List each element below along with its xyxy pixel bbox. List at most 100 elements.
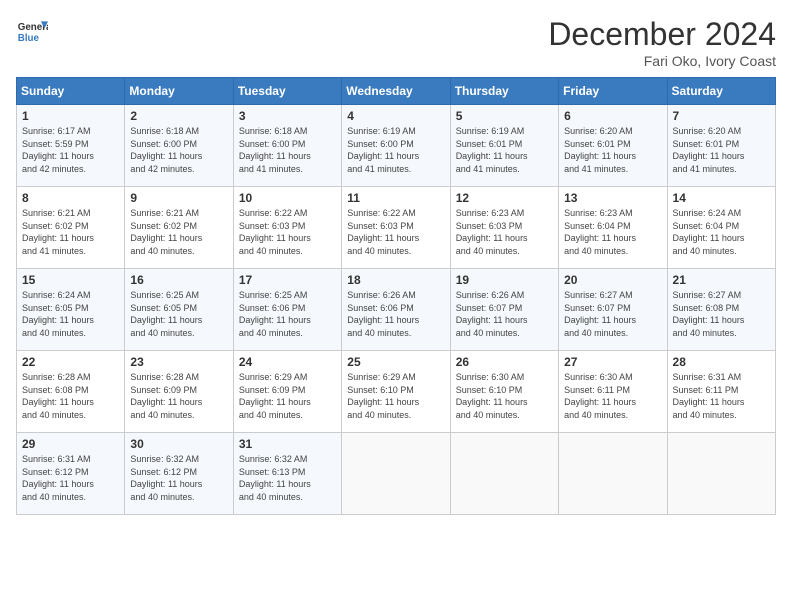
calendar-cell: 20 Sunrise: 6:27 AM Sunset: 6:07 PM Dayli… [559, 269, 667, 351]
day-number: 30 [130, 437, 227, 451]
logo: General Blue [16, 16, 48, 48]
day-info: Sunrise: 6:31 AM Sunset: 6:11 PM Dayligh… [673, 371, 770, 421]
day-number: 4 [347, 109, 444, 123]
day-number: 11 [347, 191, 444, 205]
day-number: 16 [130, 273, 227, 287]
day-number: 27 [564, 355, 661, 369]
calendar-table: SundayMondayTuesdayWednesdayThursdayFrid… [16, 77, 776, 515]
calendar-cell: 24Sunrise: 6:29 AM Sunset: 6:09 PM Dayli… [233, 351, 341, 433]
day-number: 19 [456, 273, 553, 287]
calendar-week-row: 8 Sunrise: 6:21 AM Sunset: 6:02 PM Daylig… [17, 187, 776, 269]
day-number: 8 [22, 191, 119, 205]
day-info: Sunrise: 6:17 AM Sunset: 5:59 PM Dayligh… [22, 125, 119, 175]
calendar-cell: 3 Sunrise: 6:18 AM Sunset: 6:00 PM Daylig… [233, 105, 341, 187]
day-info: Sunrise: 6:28 AM Sunset: 6:09 PM Dayligh… [130, 371, 227, 421]
calendar-cell [450, 433, 558, 515]
day-number: 9 [130, 191, 227, 205]
month-title: December 2024 [548, 16, 776, 53]
day-number: 13 [564, 191, 661, 205]
col-header-wednesday: Wednesday [342, 78, 450, 105]
day-info: Sunrise: 6:20 AM Sunset: 6:01 PM Dayligh… [673, 125, 770, 175]
day-info: Sunrise: 6:21 AM Sunset: 6:02 PM Dayligh… [130, 207, 227, 257]
day-number: 31 [239, 437, 336, 451]
day-info: Sunrise: 6:21 AM Sunset: 6:02 PM Dayligh… [22, 207, 119, 257]
calendar-cell: 13 Sunrise: 6:23 AM Sunset: 6:04 PM Dayli… [559, 187, 667, 269]
calendar-cell: 22 Sunrise: 6:28 AM Sunset: 6:08 PM Dayli… [17, 351, 125, 433]
day-number: 25 [347, 355, 444, 369]
day-number: 5 [456, 109, 553, 123]
day-info: Sunrise: 6:25 AM Sunset: 6:06 PM Dayligh… [239, 289, 336, 339]
day-info: Sunrise: 6:23 AM Sunset: 6:04 PM Dayligh… [564, 207, 661, 257]
day-info: Sunrise: 6:29 AM Sunset: 6:10 PM Dayligh… [347, 371, 444, 421]
calendar-cell: 16 Sunrise: 6:25 AM Sunset: 6:05 PM Dayli… [125, 269, 233, 351]
day-number: 23 [130, 355, 227, 369]
day-info: Sunrise: 6:29 AM Sunset: 6:09 PM Dayligh… [239, 371, 336, 421]
calendar-cell: 10 Sunrise: 6:22 AM Sunset: 6:03 PM Dayli… [233, 187, 341, 269]
calendar-cell: 14 Sunrise: 6:24 AM Sunset: 6:04 PM Dayli… [667, 187, 775, 269]
col-header-monday: Monday [125, 78, 233, 105]
day-info: Sunrise: 6:25 AM Sunset: 6:05 PM Dayligh… [130, 289, 227, 339]
day-number: 28 [673, 355, 770, 369]
calendar-cell [667, 433, 775, 515]
day-number: 14 [673, 191, 770, 205]
calendar-cell: 11 Sunrise: 6:22 AM Sunset: 6:03 PM Dayli… [342, 187, 450, 269]
calendar-cell: 25 Sunrise: 6:29 AM Sunset: 6:10 PM Dayli… [342, 351, 450, 433]
calendar-cell: 18 Sunrise: 6:26 AM Sunset: 6:06 PM Dayli… [342, 269, 450, 351]
calendar-cell [559, 433, 667, 515]
calendar-cell: 23 Sunrise: 6:28 AM Sunset: 6:09 PM Dayli… [125, 351, 233, 433]
day-number: 20 [564, 273, 661, 287]
col-header-tuesday: Tuesday [233, 78, 341, 105]
day-number: 18 [347, 273, 444, 287]
calendar-cell: 6 Sunrise: 6:20 AM Sunset: 6:01 PM Daylig… [559, 105, 667, 187]
day-info: Sunrise: 6:22 AM Sunset: 6:03 PM Dayligh… [347, 207, 444, 257]
calendar-cell: 1 Sunrise: 6:17 AM Sunset: 5:59 PM Daylig… [17, 105, 125, 187]
day-info: Sunrise: 6:30 AM Sunset: 6:11 PM Dayligh… [564, 371, 661, 421]
day-info: Sunrise: 6:31 AM Sunset: 6:12 PM Dayligh… [22, 453, 119, 503]
calendar-cell: 28 Sunrise: 6:31 AM Sunset: 6:11 PM Dayli… [667, 351, 775, 433]
day-info: Sunrise: 6:27 AM Sunset: 6:07 PM Dayligh… [564, 289, 661, 339]
day-info: Sunrise: 6:27 AM Sunset: 6:08 PM Dayligh… [673, 289, 770, 339]
col-header-sunday: Sunday [17, 78, 125, 105]
col-header-friday: Friday [559, 78, 667, 105]
calendar-cell: 17 Sunrise: 6:25 AM Sunset: 6:06 PM Dayli… [233, 269, 341, 351]
day-info: Sunrise: 6:28 AM Sunset: 6:08 PM Dayligh… [22, 371, 119, 421]
calendar-header-row: SundayMondayTuesdayWednesdayThursdayFrid… [17, 78, 776, 105]
day-info: Sunrise: 6:22 AM Sunset: 6:03 PM Dayligh… [239, 207, 336, 257]
day-info: Sunrise: 6:26 AM Sunset: 6:06 PM Dayligh… [347, 289, 444, 339]
day-number: 1 [22, 109, 119, 123]
calendar-cell: 15Sunrise: 6:24 AM Sunset: 6:05 PM Dayli… [17, 269, 125, 351]
day-number: 17 [239, 273, 336, 287]
calendar-cell: 31 Sunrise: 6:32 AM Sunset: 6:13 PM Dayli… [233, 433, 341, 515]
calendar-cell [342, 433, 450, 515]
day-info: Sunrise: 6:18 AM Sunset: 6:00 PM Dayligh… [239, 125, 336, 175]
calendar-week-row: 22 Sunrise: 6:28 AM Sunset: 6:08 PM Dayli… [17, 351, 776, 433]
day-info: Sunrise: 6:32 AM Sunset: 6:13 PM Dayligh… [239, 453, 336, 503]
page-header: General Blue December 2024 Fari Oko, Ivo… [16, 16, 776, 69]
calendar-cell: 2 Sunrise: 6:18 AM Sunset: 6:00 PM Daylig… [125, 105, 233, 187]
day-number: 2 [130, 109, 227, 123]
location: Fari Oko, Ivory Coast [548, 53, 776, 69]
calendar-cell: 7Sunrise: 6:20 AM Sunset: 6:01 PM Daylig… [667, 105, 775, 187]
calendar-week-row: 29Sunrise: 6:31 AM Sunset: 6:12 PM Dayli… [17, 433, 776, 515]
day-number: 6 [564, 109, 661, 123]
day-info: Sunrise: 6:24 AM Sunset: 6:04 PM Dayligh… [673, 207, 770, 257]
calendar-cell: 26Sunrise: 6:30 AM Sunset: 6:10 PM Dayli… [450, 351, 558, 433]
calendar-cell: 5Sunrise: 6:19 AM Sunset: 6:01 PM Daylig… [450, 105, 558, 187]
day-info: Sunrise: 6:19 AM Sunset: 6:00 PM Dayligh… [347, 125, 444, 175]
day-info: Sunrise: 6:23 AM Sunset: 6:03 PM Dayligh… [456, 207, 553, 257]
calendar-cell: 29Sunrise: 6:31 AM Sunset: 6:12 PM Dayli… [17, 433, 125, 515]
calendar-cell: 27 Sunrise: 6:30 AM Sunset: 6:11 PM Dayli… [559, 351, 667, 433]
day-number: 21 [673, 273, 770, 287]
svg-text:Blue: Blue [18, 33, 40, 44]
day-number: 26 [456, 355, 553, 369]
day-number: 3 [239, 109, 336, 123]
calendar-week-row: 15Sunrise: 6:24 AM Sunset: 6:05 PM Dayli… [17, 269, 776, 351]
calendar-cell: 21 Sunrise: 6:27 AM Sunset: 6:08 PM Dayli… [667, 269, 775, 351]
day-number: 10 [239, 191, 336, 205]
day-info: Sunrise: 6:32 AM Sunset: 6:12 PM Dayligh… [130, 453, 227, 503]
day-number: 22 [22, 355, 119, 369]
day-info: Sunrise: 6:20 AM Sunset: 6:01 PM Dayligh… [564, 125, 661, 175]
day-info: Sunrise: 6:18 AM Sunset: 6:00 PM Dayligh… [130, 125, 227, 175]
day-info: Sunrise: 6:24 AM Sunset: 6:05 PM Dayligh… [22, 289, 119, 339]
calendar-cell: 12Sunrise: 6:23 AM Sunset: 6:03 PM Dayli… [450, 187, 558, 269]
